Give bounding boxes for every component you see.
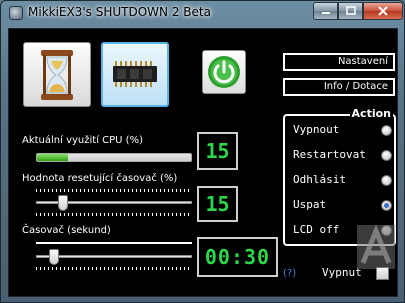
action-option-label: Vypnout	[293, 123, 340, 136]
maximize-icon	[345, 6, 356, 15]
app-icon	[9, 6, 23, 20]
action-option-label: Uspat	[293, 198, 327, 211]
cpu-mode-button[interactable]	[101, 42, 169, 107]
radio-button[interactable]	[381, 150, 392, 161]
minimize-button[interactable]	[313, 2, 338, 20]
cpu-usage-progress-fill	[37, 154, 68, 161]
action-option-restart[interactable]: Restartovat	[289, 148, 393, 164]
cpu-chip-icon	[113, 60, 157, 87]
timer-bar	[36, 242, 192, 244]
reset-threshold-ticks	[36, 189, 192, 192]
slider-ticks	[36, 267, 192, 270]
action-option-sleep[interactable]: Uspat	[289, 198, 393, 214]
power-icon	[208, 56, 240, 88]
settings-button[interactable]: Nastavení	[283, 53, 395, 71]
action-option-label: LCD off	[293, 223, 340, 236]
slider-track	[36, 255, 192, 258]
radio-button[interactable]	[381, 200, 392, 211]
radio-button[interactable]	[381, 175, 392, 186]
maximize-button[interactable]	[338, 2, 363, 20]
app-window: MikkiEX3's SHUTDOWN 2 Beta Nastavení Inf…	[0, 0, 405, 303]
cpu-usage-progress	[36, 153, 192, 162]
info-donate-button[interactable]: Info / Dotace	[283, 78, 395, 96]
reset-threshold-display: 15	[197, 186, 238, 222]
toggle-row[interactable]: Vypnut	[316, 264, 396, 282]
title-bar[interactable]: MikkiEX3's SHUTDOWN 2 Beta	[1, 1, 404, 27]
timer-slider[interactable]	[36, 249, 192, 271]
radio-button[interactable]	[381, 125, 392, 136]
action-option-label: Odhlásit	[293, 173, 346, 186]
action-option-label: Restartovat	[293, 148, 366, 161]
toggle-checkbox[interactable]	[376, 267, 389, 280]
reset-threshold-slider-thumb[interactable]	[58, 195, 68, 211]
close-button[interactable]	[363, 2, 403, 20]
action-group-title: Action	[349, 107, 393, 120]
timer-label: Časovač (sekund)	[22, 225, 111, 236]
window-title: MikkiEX3's SHUTDOWN 2 Beta	[28, 5, 211, 19]
minimize-icon	[321, 12, 330, 14]
timer-mode-button[interactable]	[23, 42, 91, 107]
slider-ticks	[36, 213, 192, 216]
toggle-label: Vypnut	[322, 266, 362, 279]
close-icon	[378, 6, 388, 16]
timer-display: 00:30	[197, 237, 278, 277]
action-option-logoff[interactable]: Odhlásit	[289, 173, 393, 189]
hourglass-icon	[41, 49, 73, 100]
reset-threshold-label: Hodnota resetující časovač (%)	[22, 173, 178, 184]
client-area: Nastavení Info / Dotace Aktuální využití…	[8, 28, 398, 297]
cpu-usage-display: 15	[197, 132, 238, 170]
help-link[interactable]: (?)	[283, 268, 296, 279]
cpu-usage-label: Aktuální využití CPU (%)	[22, 135, 143, 146]
power-button[interactable]	[202, 50, 246, 94]
timer-slider-thumb[interactable]	[49, 249, 59, 265]
reset-threshold-slider[interactable]	[36, 195, 192, 217]
action-option-shutdown[interactable]: Vypnout	[289, 123, 393, 139]
